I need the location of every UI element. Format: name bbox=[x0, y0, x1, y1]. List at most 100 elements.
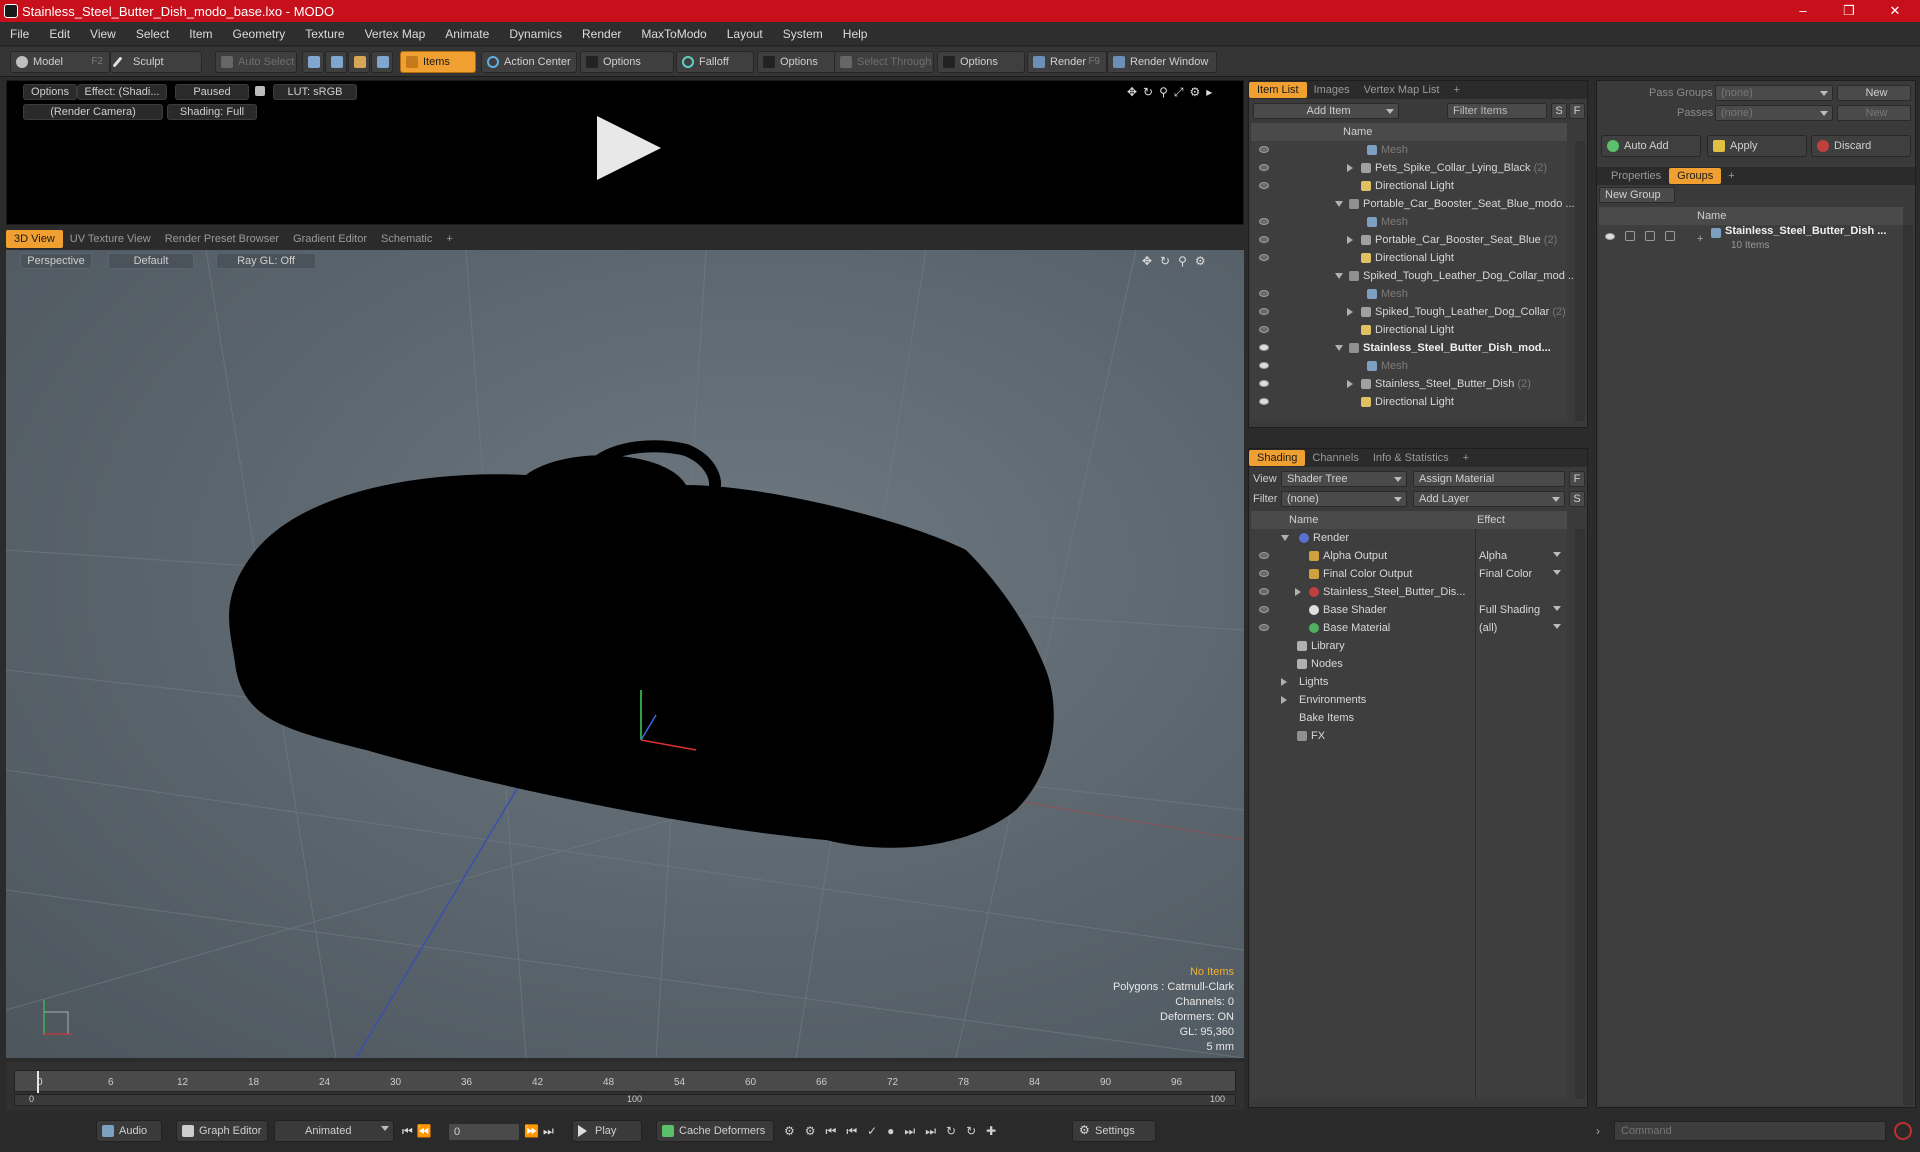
tree-row[interactable]: Pets_Spike_Collar_Lying_Black (2) bbox=[1251, 159, 1567, 177]
audio-button[interactable]: Audio bbox=[96, 1120, 162, 1142]
effect-dropdown[interactable]: Effect: (Shadi... bbox=[77, 84, 167, 100]
render-camera-dropdown[interactable]: (Render Camera) bbox=[23, 104, 163, 120]
expand-arrow-icon[interactable] bbox=[1281, 696, 1287, 704]
visibility-eye-icon[interactable] bbox=[1259, 182, 1269, 189]
assign-material-button[interactable]: Assign Material bbox=[1413, 471, 1565, 487]
tree-row[interactable]: Mesh bbox=[1251, 141, 1567, 159]
visibility-eye-icon[interactable] bbox=[1259, 326, 1269, 333]
style-default-dropdown[interactable]: Default bbox=[108, 253, 194, 269]
tab-groups[interactable]: Groups bbox=[1669, 168, 1722, 184]
shader-row-fx[interactable]: FX bbox=[1251, 727, 1567, 745]
vertices-mode-button[interactable] bbox=[302, 51, 324, 73]
tree-row[interactable]: Stainless_Steel_Butter_Dish_mod... bbox=[1251, 339, 1567, 357]
menu-system[interactable]: System bbox=[773, 27, 833, 41]
search-toggle[interactable]: S bbox=[1551, 103, 1567, 119]
expand-arrow-icon[interactable] bbox=[1281, 678, 1287, 686]
timeline[interactable]: 0 6 12 18 24 30 36 42 48 54 60 66 72 78 … bbox=[6, 1062, 1244, 1110]
tab-3d-view[interactable]: 3D View bbox=[6, 230, 63, 248]
new-group-button[interactable]: New Group bbox=[1599, 187, 1675, 203]
tab-images[interactable]: Images bbox=[1307, 84, 1357, 96]
shader-scrollbar[interactable] bbox=[1575, 529, 1585, 1099]
skip-back-icons[interactable]: ⏮⏪ bbox=[402, 1124, 442, 1138]
visibility-eye-icon[interactable] bbox=[1259, 146, 1269, 153]
visibility-eye-icon[interactable] bbox=[1259, 380, 1269, 387]
model-mode-button[interactable]: Model F2 bbox=[10, 51, 110, 73]
tab-properties[interactable]: Properties bbox=[1597, 170, 1669, 182]
tab-item-list[interactable]: Item List bbox=[1249, 82, 1307, 98]
keyframe-tool-icons[interactable]: ⚙⚙⏮⏮✓●⏭⏭↻↻✚ bbox=[784, 1124, 1064, 1138]
butter-dish-mesh[interactable] bbox=[229, 455, 1054, 848]
tab-add[interactable]: + bbox=[439, 233, 459, 245]
play-icon[interactable] bbox=[597, 116, 661, 180]
record-icon[interactable] bbox=[1894, 1122, 1912, 1140]
minimize-icon[interactable]: – bbox=[1780, 0, 1826, 22]
3d-viewport[interactable]: Perspective Default Ray GL: Off ✥↻⚲⚙ No … bbox=[6, 250, 1244, 1058]
passes-dropdown[interactable]: (none) bbox=[1715, 105, 1833, 121]
select-through-options-button[interactable]: Options bbox=[937, 51, 1025, 73]
tab-schematic[interactable]: Schematic bbox=[374, 233, 439, 245]
collapse-arrow-icon[interactable] bbox=[1281, 535, 1289, 541]
new-pass-group-button[interactable]: New bbox=[1837, 85, 1911, 101]
menu-dynamics[interactable]: Dynamics bbox=[499, 27, 572, 41]
pass-groups-dropdown[interactable]: (none) bbox=[1715, 85, 1833, 101]
add-layer-dropdown[interactable]: Add Layer bbox=[1413, 491, 1565, 507]
visibility-eye-icon[interactable] bbox=[1259, 236, 1269, 243]
add-item-dropdown[interactable]: Add Item bbox=[1253, 103, 1399, 119]
filter-items-input[interactable]: Filter Items bbox=[1447, 103, 1547, 119]
menu-geometry[interactable]: Geometry bbox=[223, 27, 296, 41]
f-toggle[interactable]: F bbox=[1569, 471, 1585, 487]
expand-plus-icon[interactable]: + bbox=[1697, 233, 1703, 245]
shader-row-material-group[interactable]: Stainless_Steel_Butter_Dis... bbox=[1251, 583, 1567, 601]
visibility-eye-icon[interactable] bbox=[1605, 233, 1615, 240]
menu-select[interactable]: Select bbox=[126, 27, 179, 41]
menu-file[interactable]: File bbox=[0, 27, 39, 41]
visibility-eye-icon[interactable] bbox=[1259, 344, 1269, 351]
restore-icon[interactable]: ❐ bbox=[1826, 0, 1872, 22]
animated-dropdown[interactable]: Animated bbox=[274, 1120, 394, 1142]
collapse-arrow-icon[interactable] bbox=[1335, 273, 1343, 279]
shader-row-lights[interactable]: Lights bbox=[1251, 673, 1567, 691]
timeline-ruler[interactable]: 0 6 12 18 24 30 36 42 48 54 60 66 72 78 … bbox=[14, 1070, 1236, 1093]
menu-texture[interactable]: Texture bbox=[295, 27, 354, 41]
visibility-eye-icon[interactable] bbox=[1259, 588, 1269, 595]
shader-row-final-color[interactable]: Final Color Output Final Color bbox=[1251, 565, 1567, 583]
menu-maxtomodo[interactable]: MaxToModo bbox=[631, 27, 716, 41]
shader-row-render[interactable]: Render bbox=[1251, 529, 1567, 547]
expand-arrow-icon[interactable] bbox=[1347, 308, 1353, 316]
falloff-options-button[interactable]: Options bbox=[757, 51, 837, 73]
chevron-down-icon[interactable] bbox=[1553, 570, 1561, 575]
expand-arrow-icon[interactable] bbox=[1295, 588, 1301, 596]
render-toggle-icon[interactable] bbox=[1625, 231, 1635, 241]
tree-row[interactable]: Directional Light bbox=[1251, 249, 1567, 267]
groups-scrollbar[interactable] bbox=[1903, 225, 1913, 1105]
shader-row-library[interactable]: Library bbox=[1251, 637, 1567, 655]
effect-dropdown[interactable]: Full Shading bbox=[1479, 601, 1540, 619]
visibility-eye-icon[interactable] bbox=[1259, 398, 1269, 405]
menu-edit[interactable]: Edit bbox=[39, 27, 80, 41]
play-button[interactable]: Play bbox=[572, 1120, 642, 1142]
menu-vertex-map[interactable]: Vertex Map bbox=[355, 27, 436, 41]
auto-select-button[interactable]: Auto Select bbox=[215, 51, 297, 73]
shader-row-bake-items[interactable]: Bake Items bbox=[1251, 709, 1567, 727]
skip-forward-icons[interactable]: ⏩⏭ bbox=[524, 1124, 564, 1138]
expand-arrow-icon[interactable] bbox=[1347, 380, 1353, 388]
visibility-eye-icon[interactable] bbox=[1259, 218, 1269, 225]
close-icon[interactable]: ✕ bbox=[1872, 0, 1918, 22]
menu-item[interactable]: Item bbox=[179, 27, 222, 41]
expand-arrow-icon[interactable] bbox=[1347, 164, 1353, 172]
tab-render-preset-browser[interactable]: Render Preset Browser bbox=[158, 233, 286, 245]
menu-layout[interactable]: Layout bbox=[717, 27, 773, 41]
auto-add-button[interactable]: Auto Add bbox=[1601, 135, 1701, 157]
item-list-scrollbar[interactable] bbox=[1575, 141, 1585, 421]
items-mode-button[interactable]: Items bbox=[400, 51, 476, 73]
group-row[interactable]: + Stainless_Steel_Butter_Dish ... 10 Ite… bbox=[1599, 225, 1903, 259]
render-button[interactable]: Render F9 bbox=[1027, 51, 1107, 73]
tab-vertex-map-list[interactable]: Vertex Map List bbox=[1357, 84, 1447, 96]
select-through-button[interactable]: Select Through bbox=[834, 51, 934, 73]
apply-button[interactable]: Apply bbox=[1707, 135, 1807, 157]
perspective-dropdown[interactable]: Perspective bbox=[20, 253, 92, 269]
filter-dropdown[interactable]: (none) bbox=[1281, 491, 1407, 507]
visibility-eye-icon[interactable] bbox=[1259, 290, 1269, 297]
menu-view[interactable]: View bbox=[80, 27, 126, 41]
tab-add[interactable]: + bbox=[1446, 84, 1466, 96]
